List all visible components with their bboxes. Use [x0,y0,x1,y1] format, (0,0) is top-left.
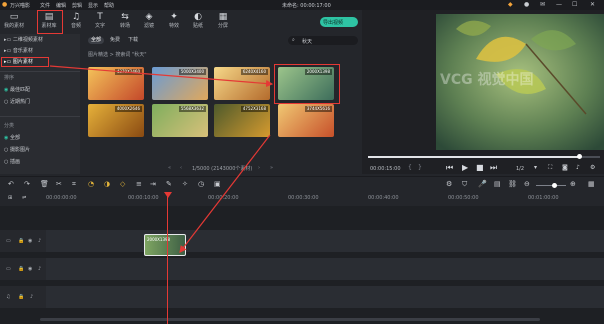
arrow-to-thumb [49,65,274,88]
annotation-arrows [49,65,274,253]
arrow-to-clip [179,134,271,253]
